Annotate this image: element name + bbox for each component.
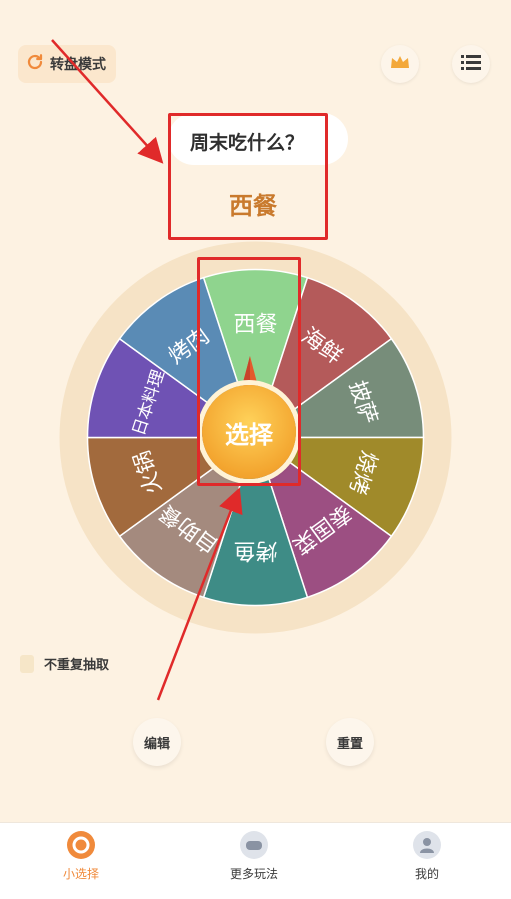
edit-button-label: 编辑 [143, 736, 170, 752]
game-icon [240, 831, 268, 859]
no-repeat-toggle[interactable]: 不重复抽取 [20, 654, 109, 673]
arrow-to-pointer [156, 487, 243, 701]
page: 转盘模式 周末吃什么？ 西餐 西餐 海鲜 披萨 烧烤 泰国菜烤鱼 自助餐 火锅 … [0, 0, 511, 899]
nav-item-choose[interactable]: 小选择 [21, 831, 141, 882]
no-repeat-label: 不重复抽取 [44, 658, 110, 673]
reset-button[interactable]: 重置 [326, 718, 374, 766]
arrow-to-result [51, 39, 164, 164]
bottom-nav: 小选择 更多玩法 我的 [0, 822, 511, 899]
nav-item-mine[interactable]: 我的 [367, 831, 487, 882]
target-icon [67, 831, 95, 859]
annotation-arrows [51, 39, 243, 701]
nav-label-choose: 小选择 [62, 867, 99, 881]
nav-label-more: 更多玩法 [229, 867, 278, 881]
toggle-box[interactable] [20, 654, 34, 673]
user-icon [413, 831, 441, 859]
edit-button[interactable]: 编辑 [133, 718, 181, 766]
reset-button-label: 重置 [336, 736, 363, 752]
nav-item-more[interactable]: 更多玩法 [194, 831, 314, 882]
nav-label-mine: 我的 [414, 867, 439, 881]
